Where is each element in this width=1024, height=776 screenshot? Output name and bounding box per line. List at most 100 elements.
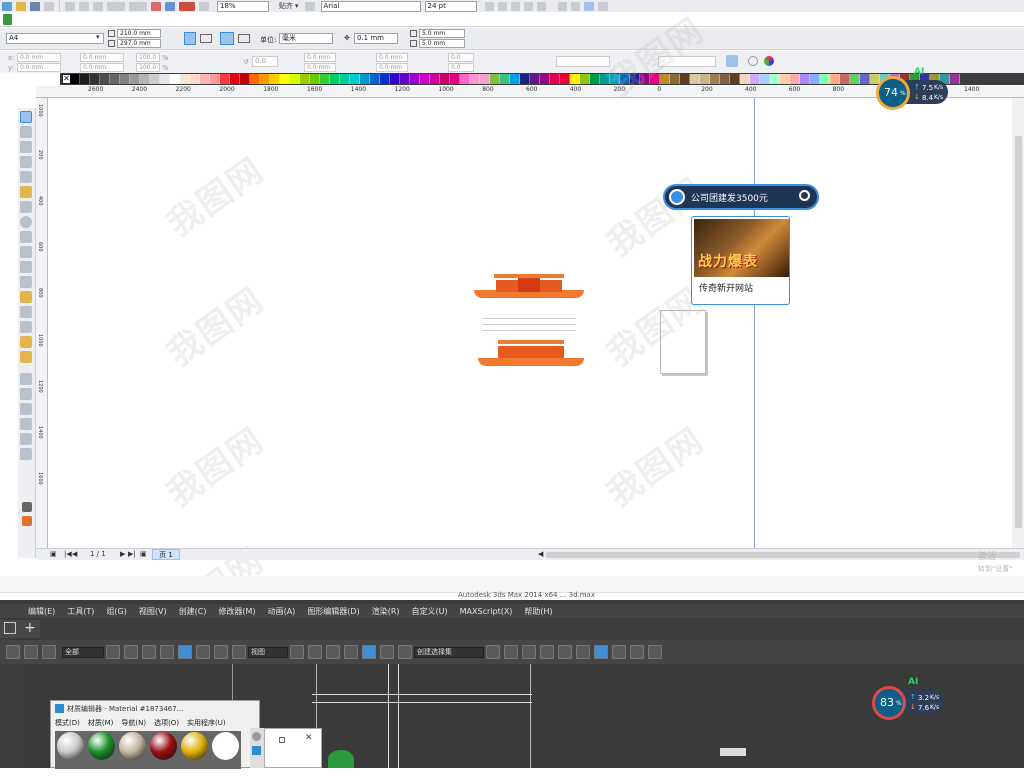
material-sample-slot[interactable] — [119, 732, 146, 760]
duplicate-x-field[interactable]: 5.0 mm — [419, 29, 465, 38]
color-swatch[interactable] — [120, 74, 130, 84]
color-swatch[interactable] — [560, 74, 570, 84]
color-swatch[interactable] — [80, 74, 90, 84]
unit-select[interactable]: 毫米 — [279, 33, 333, 44]
color-swatch[interactable] — [180, 74, 190, 84]
color-palette[interactable] — [70, 74, 960, 84]
color-swatch[interactable] — [740, 74, 750, 84]
color-swatch[interactable] — [70, 74, 80, 84]
undo-icon[interactable] — [107, 1, 125, 11]
x-position-field[interactable]: 0.0 mm — [17, 53, 61, 62]
max-menu-item[interactable]: 编辑(E) — [28, 606, 55, 617]
page-height-field[interactable]: 297.0 mm — [117, 39, 161, 48]
color-swatch[interactable] — [240, 74, 250, 84]
page-size-select[interactable]: A4 — [6, 33, 104, 44]
import-icon[interactable] — [151, 1, 161, 11]
color-swatch[interactable] — [860, 74, 870, 84]
curve-editor-icon[interactable] — [558, 645, 572, 659]
ad-image[interactable]: 战力爆表 — [694, 219, 789, 277]
color-swatch[interactable] — [650, 74, 660, 84]
connector-tool-icon[interactable] — [20, 306, 32, 318]
interactive-fill-tool-icon[interactable] — [20, 403, 32, 415]
color-swatch[interactable] — [450, 74, 460, 84]
hierarchy-icon[interactable] — [4, 622, 16, 634]
page-size-dropdown-icon[interactable]: ▾ — [96, 33, 100, 41]
document-icon[interactable] — [3, 14, 12, 25]
pivot-center-icon[interactable] — [290, 645, 304, 659]
freehand-tool-icon[interactable] — [20, 171, 32, 183]
color-swatch[interactable] — [490, 74, 500, 84]
open-icon[interactable] — [16, 1, 26, 11]
select-rotate-icon[interactable] — [196, 645, 210, 659]
color-swatch[interactable] — [200, 74, 210, 84]
color-swatch[interactable] — [570, 74, 580, 84]
color-swatch[interactable] — [610, 74, 620, 84]
zoom-tool-icon[interactable] — [20, 156, 32, 168]
max-menu-item[interactable]: 自定义(U) — [412, 606, 448, 617]
bold-icon[interactable] — [484, 1, 494, 11]
color-swatch[interactable] — [600, 74, 610, 84]
color-swatch[interactable] — [400, 74, 410, 84]
color-swatch[interactable] — [290, 74, 300, 84]
material-menu-item[interactable]: 选项(O) — [154, 718, 179, 728]
color-swatch[interactable] — [380, 74, 390, 84]
outline-tool-icon[interactable] — [20, 373, 32, 385]
drop-shadow-tool-icon[interactable] — [20, 321, 32, 333]
color-swatch[interactable] — [470, 74, 480, 84]
material-editor-icon[interactable] — [594, 645, 608, 659]
rectangle-tool-icon[interactable] — [20, 201, 32, 213]
horizontal-text-icon[interactable] — [583, 1, 594, 11]
nudge-distance-field[interactable]: 0.1 mm — [354, 33, 398, 44]
close-icon[interactable]: ✕ — [305, 733, 313, 743]
eyedropper-tool-icon[interactable] — [20, 351, 32, 363]
ellipse-tool-icon[interactable] — [20, 216, 32, 228]
color-swatch[interactable] — [210, 74, 220, 84]
dimension-tool-icon[interactable] — [20, 291, 32, 303]
mirror-icon[interactable] — [486, 645, 500, 659]
font-size-select[interactable]: 24 pt — [424, 0, 477, 12]
window-crossing-icon[interactable] — [160, 645, 174, 659]
text-format-icon[interactable] — [557, 1, 567, 11]
y-position-field[interactable]: 0.0 mm — [17, 63, 61, 72]
max-menu-item[interactable]: 视图(V) — [139, 606, 167, 617]
vertical-scrollbar[interactable] — [1012, 98, 1024, 548]
color-swatch[interactable] — [540, 74, 550, 84]
outline-width-select[interactable] — [556, 56, 610, 67]
rotation-a-field[interactable]: 0.0 — [448, 53, 474, 62]
print-icon[interactable] — [44, 1, 54, 11]
vertical-text-icon[interactable] — [597, 1, 608, 11]
paste-icon[interactable] — [93, 1, 103, 11]
color-eyedropper-icon[interactable] — [22, 502, 32, 512]
max-menu-item[interactable]: 工具(T) — [67, 606, 94, 617]
material-sample-slot[interactable] — [181, 732, 208, 760]
current-page-icon[interactable] — [238, 34, 250, 43]
color-swatch[interactable] — [410, 74, 420, 84]
unlink-icon[interactable] — [24, 645, 38, 659]
snap-dropdown-icon[interactable]: ▾ — [295, 2, 299, 10]
polygon-tool-icon[interactable] — [20, 231, 32, 243]
crop-tool-icon[interactable] — [20, 141, 32, 153]
color-swatch[interactable] — [160, 74, 170, 84]
pan-icon[interactable] — [726, 55, 738, 67]
edit-named-selection-icon[interactable] — [398, 645, 412, 659]
layer-manager-icon[interactable] — [522, 645, 536, 659]
link-icon[interactable] — [6, 645, 20, 659]
material-menu-item[interactable]: 导航(N) — [121, 718, 146, 728]
guideline-vertical[interactable] — [754, 98, 755, 558]
color-swatch[interactable] — [840, 74, 850, 84]
selection-filter-select[interactable]: 全部 — [62, 646, 104, 658]
material-subwindow[interactable]: ✕ — [264, 728, 322, 768]
color-swatch[interactable] — [220, 74, 230, 84]
save-icon[interactable] — [30, 1, 40, 11]
transparency-tool-icon[interactable] — [20, 336, 32, 348]
color-swatch[interactable] — [110, 74, 120, 84]
fill-tool-icon[interactable] — [20, 388, 32, 400]
horizontal-scrollbar-thumb[interactable] — [546, 552, 1020, 558]
material-menu-item[interactable]: 模式(D) — [55, 718, 80, 728]
drawing-canvas[interactable] — [48, 98, 1020, 558]
text-tool-icon[interactable] — [20, 261, 32, 273]
render-setup-icon[interactable] — [612, 645, 626, 659]
object-width-field[interactable]: 0.0 mm — [80, 53, 124, 62]
color-settings-icon[interactable] — [764, 56, 774, 66]
color-swatch[interactable] — [790, 74, 800, 84]
